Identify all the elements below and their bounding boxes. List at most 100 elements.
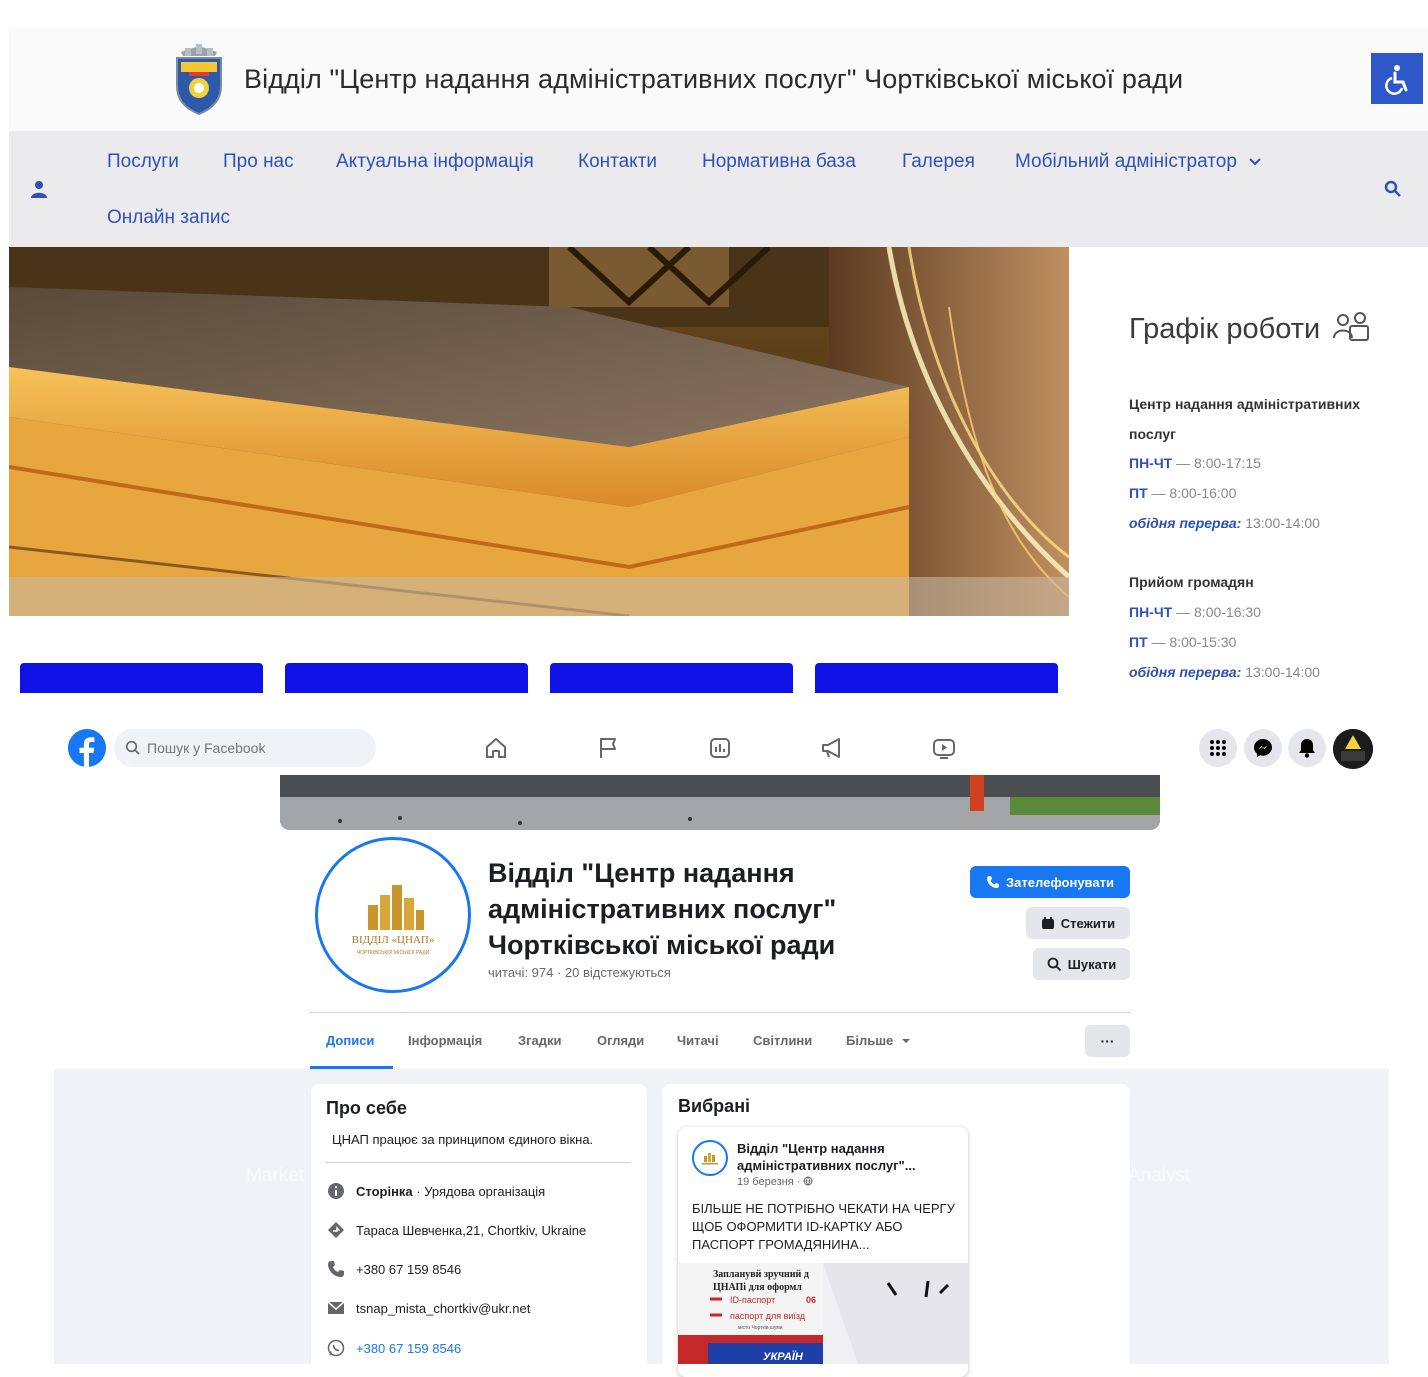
service-tile-2[interactable] [285, 663, 528, 693]
cover-photo[interactable] [280, 775, 1160, 830]
post-image-line-3: ID-паспорт [730, 1295, 775, 1305]
schedule-citizens-break: обідня перерва: 13:00-14:00 [1129, 664, 1320, 680]
nav-about[interactable]: Про нас [223, 151, 294, 173]
post-image-line-1: Запланувй зручний д [713, 1269, 809, 1280]
schedule-center-fri: ПТ — 8:00-16:00 [1129, 485, 1237, 501]
tab-photos[interactable]: Світлини [753, 1033, 812, 1048]
nav-legal[interactable]: Нормативна база [702, 151, 856, 173]
bell-icon [1299, 739, 1315, 758]
search-icon[interactable] [1384, 180, 1402, 198]
page-profile-picture[interactable]: ВІДДІЛ «ЦНАП» ЧОРТКІВСЬКОЇ МІСЬКОЇ РАДИ [315, 837, 471, 993]
follow-button[interactable]: Стежити [1026, 907, 1130, 939]
featured-title: Вибрані [678, 1096, 751, 1116]
cnap-logo-text: ВІДДІЛ «ЦНАП» [352, 934, 435, 946]
info-icon [328, 1183, 344, 1199]
nav-gallery[interactable]: Галерея [902, 151, 975, 173]
search-icon [125, 740, 140, 755]
page-search-button[interactable]: Шукати [1033, 948, 1130, 980]
post-image-line-3b: 06 [806, 1295, 816, 1305]
accessibility-button[interactable] [1371, 53, 1423, 104]
schedule-center-mon-thu: ПН-ЧТ — 8:00-17:15 [1129, 455, 1261, 471]
service-tile-3[interactable] [550, 663, 793, 693]
service-tile-1[interactable] [20, 663, 263, 693]
call-button-label: Зателефонувати [1006, 874, 1114, 890]
main-navigation [9, 131, 1428, 247]
about-title: Про себе [326, 1098, 407, 1118]
service-tile-4[interactable] [815, 663, 1058, 693]
call-button[interactable]: Зателефонувати [970, 866, 1130, 898]
hero-building-photo [9, 247, 1069, 616]
phone-icon [987, 876, 1000, 888]
post-date[interactable]: 19 березня · [737, 1176, 813, 1188]
tab-posts[interactable]: Дописи [326, 1033, 374, 1048]
schedule-center-heading-2: послуг [1129, 426, 1176, 442]
info-whatsapp: +380 67 159 8546 [326, 1338, 461, 1358]
post-author-avatar[interactable] [692, 1140, 728, 1176]
category-value: · Урядова організація [412, 1183, 546, 1199]
cnap-logo-subtext: ЧОРТКІВСЬКОЇ МІСЬКОЇ РАДИ [357, 949, 430, 956]
about-divider [326, 1162, 631, 1163]
messenger-icon [1254, 739, 1272, 757]
page-follower-stats[interactable]: читачі: 974 · 20 відстежуються [488, 965, 671, 980]
whatsapp-icon [327, 1339, 345, 1357]
nav-online-booking[interactable]: Онлайн запис [107, 207, 230, 229]
post-image[interactable]: Запланувй зручний д ЦНАПі для оформл ID-… [678, 1263, 968, 1364]
info-phone: +380 67 159 8546 [326, 1259, 461, 1279]
schedule-title-text: Графік роботи [1129, 313, 1321, 345]
watermark-right: Analyst [1128, 1165, 1191, 1186]
megaphone-icon[interactable] [819, 735, 845, 761]
schedule-citizens-mon-thu: ПН-ЧТ — 8:00-16:30 [1129, 604, 1261, 620]
phone-text[interactable]: +380 67 159 8546 [356, 1262, 461, 1277]
video-icon[interactable] [931, 735, 957, 761]
grid-icon [1210, 740, 1226, 756]
user-icon[interactable] [30, 180, 48, 198]
facebook-search-input[interactable] [147, 738, 367, 758]
caret-down-icon [901, 1039, 910, 1043]
messenger-button[interactable] [1244, 729, 1282, 767]
tab-mentions[interactable]: Згадки [518, 1033, 562, 1048]
tab-reviews[interactable]: Огляди [597, 1033, 644, 1048]
info-email: tsnap_mista_chortkiv@ukr.net [326, 1298, 530, 1318]
email-text[interactable]: tsnap_mista_chortkiv@ukr.net [356, 1301, 530, 1316]
location-icon [328, 1222, 344, 1238]
tab-info[interactable]: Інформація [408, 1033, 482, 1048]
post-author-name[interactable]: Відділ "Центр надання адміністративних п… [737, 1140, 957, 1174]
cnap-logo [702, 1153, 718, 1165]
follow-button-label: Стежити [1060, 915, 1116, 931]
cnap-website: Відділ "Центр надання адміністративних п… [0, 0, 1428, 693]
tab-followers[interactable]: Читачі [677, 1033, 719, 1048]
whatsapp-link[interactable]: +380 67 159 8546 [356, 1341, 461, 1356]
globe-icon [803, 1176, 813, 1186]
address-text[interactable]: Тараса Шевченка,21, Chortkiv, Ukraine [356, 1223, 586, 1238]
pages-flag-icon[interactable] [595, 735, 621, 761]
avatar-image [1333, 729, 1373, 769]
post-image-line-5: місто Чортків шуми [738, 1325, 783, 1331]
page-name: Відділ "Центр надання адміністративних п… [488, 858, 837, 960]
home-icon[interactable] [483, 735, 509, 761]
tab-more[interactable]: Більше [846, 1033, 911, 1048]
nav-mobile-admin[interactable]: Мобільний адміністратор [1015, 151, 1262, 173]
facebook-logo-icon[interactable] [68, 729, 106, 767]
coat-of-arms-logo[interactable] [171, 42, 227, 116]
site-title: Відділ "Центр надання адміністративних п… [244, 64, 1184, 94]
tab-more-label: Більше [846, 1033, 894, 1048]
account-avatar[interactable] [1333, 729, 1373, 769]
more-options-button[interactable]: ··· [1085, 1025, 1130, 1057]
menu-grid-button[interactable] [1199, 729, 1237, 767]
chevron-down-icon [1249, 158, 1261, 166]
people-icon [1333, 312, 1370, 341]
watermark-left: Market [246, 1165, 305, 1186]
nav-contacts[interactable]: Контакти [578, 151, 657, 173]
insights-icon[interactable] [707, 735, 733, 761]
category-label: Сторінка [356, 1183, 413, 1199]
email-icon [327, 1301, 345, 1314]
notifications-button[interactable] [1288, 729, 1326, 767]
schedule-citizens-fri: ПТ — 8:00-15:30 [1129, 634, 1237, 650]
post-image-line-2: ЦНАПі для оформл [713, 1282, 802, 1293]
schedule-center-break: обідня перерва: 13:00-14:00 [1129, 515, 1320, 531]
nav-news[interactable]: Актуальна інформація [336, 151, 534, 173]
post-date-text: 19 березня · [737, 1176, 804, 1188]
nav-services[interactable]: Послуги [107, 151, 179, 173]
schedule-title: Графік роботи [1129, 310, 1370, 346]
phone-icon [328, 1261, 344, 1277]
